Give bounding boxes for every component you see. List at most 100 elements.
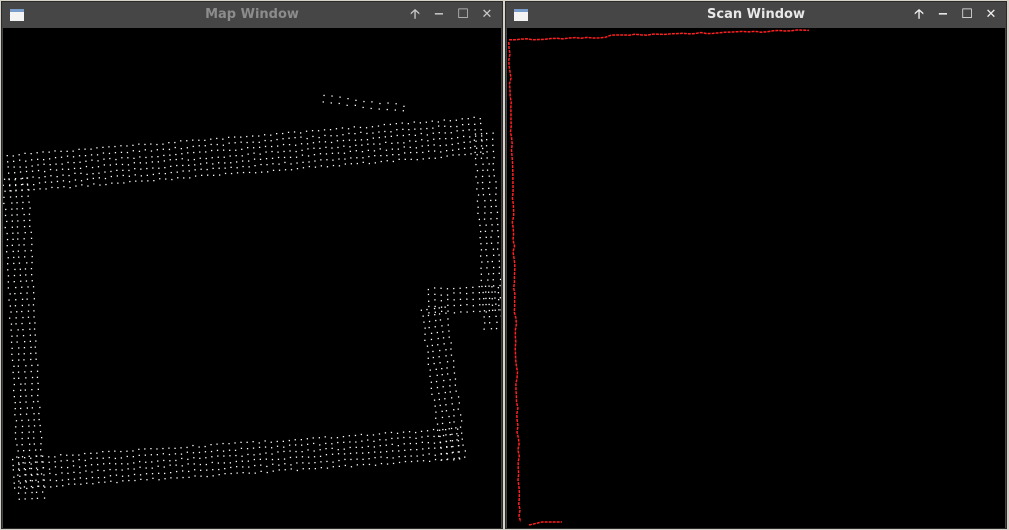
map-point bbox=[491, 260, 493, 263]
map-point bbox=[104, 481, 106, 483]
map-point bbox=[175, 153, 177, 156]
map-point bbox=[301, 154, 304, 156]
map-point bbox=[39, 188, 41, 190]
map-point bbox=[458, 154, 460, 156]
minimize-button[interactable]: − bbox=[934, 6, 952, 24]
map-point bbox=[302, 468, 304, 470]
map-point bbox=[282, 132, 284, 135]
map-point bbox=[404, 460, 407, 463]
map-point bbox=[146, 479, 148, 481]
map-point bbox=[485, 145, 488, 147]
map-point bbox=[466, 292, 468, 295]
map-point bbox=[484, 200, 486, 202]
map-point bbox=[265, 458, 267, 460]
map-point bbox=[441, 374, 443, 376]
map-point bbox=[319, 147, 321, 149]
map-point bbox=[472, 305, 474, 307]
map-point bbox=[223, 462, 225, 464]
map-point bbox=[434, 447, 436, 449]
map-point bbox=[24, 492, 27, 494]
map-point bbox=[92, 483, 94, 485]
map-point bbox=[11, 220, 13, 222]
map-point bbox=[75, 185, 77, 187]
map-point bbox=[474, 157, 477, 160]
map-window-titlebar[interactable]: Map Window 🡡 − ☐ ✕ bbox=[2, 2, 502, 28]
map-point bbox=[67, 161, 69, 164]
map-point bbox=[410, 151, 412, 154]
map-point bbox=[30, 467, 33, 470]
map-point bbox=[414, 128, 416, 130]
map-point bbox=[78, 148, 80, 150]
map-point bbox=[151, 156, 153, 158]
map-point bbox=[44, 486, 46, 488]
map-point bbox=[361, 440, 363, 442]
map-point bbox=[117, 182, 119, 184]
map-point bbox=[194, 475, 196, 477]
raise-button[interactable]: 🡡 bbox=[910, 6, 928, 24]
map-point bbox=[480, 273, 482, 275]
map-point bbox=[323, 129, 326, 131]
map-point bbox=[440, 151, 442, 153]
map-point bbox=[188, 470, 190, 473]
maximize-button[interactable]: ☐ bbox=[454, 6, 472, 24]
map-point bbox=[307, 155, 310, 157]
map-point bbox=[80, 172, 82, 174]
map-point bbox=[189, 177, 191, 179]
map-point bbox=[420, 430, 423, 432]
map-point bbox=[307, 443, 309, 445]
map-point bbox=[331, 147, 333, 149]
close-button[interactable]: ✕ bbox=[478, 6, 496, 24]
map-point bbox=[163, 466, 165, 468]
map-point bbox=[91, 159, 93, 161]
map-point bbox=[14, 402, 16, 404]
map-point bbox=[235, 155, 237, 157]
map-point bbox=[318, 437, 320, 439]
map-point bbox=[31, 280, 33, 282]
map-point bbox=[497, 230, 499, 232]
map-point bbox=[27, 286, 29, 288]
map-point bbox=[452, 149, 454, 151]
raise-button[interactable]: 🡡 bbox=[406, 6, 424, 24]
map-point bbox=[457, 440, 460, 442]
map-point bbox=[24, 371, 26, 373]
map-point bbox=[35, 491, 38, 493]
map-point bbox=[482, 291, 484, 294]
map-point bbox=[11, 202, 13, 204]
map-point bbox=[355, 99, 357, 101]
map-point bbox=[426, 308, 428, 311]
map-point bbox=[427, 363, 429, 365]
map-point bbox=[409, 442, 411, 445]
maximize-button[interactable]: ☐ bbox=[958, 6, 976, 24]
map-point bbox=[32, 286, 35, 288]
map-point bbox=[19, 413, 22, 416]
map-point bbox=[472, 286, 474, 288]
map-point bbox=[438, 356, 440, 358]
map-point bbox=[494, 297, 496, 299]
map-point bbox=[180, 148, 182, 150]
map-point bbox=[31, 376, 34, 379]
map-point bbox=[313, 450, 315, 452]
map-point bbox=[18, 377, 20, 379]
minimize-button[interactable]: − bbox=[430, 6, 448, 24]
map-point bbox=[416, 455, 418, 457]
close-button[interactable]: ✕ bbox=[982, 6, 1000, 24]
map-point bbox=[360, 131, 362, 133]
map-point bbox=[457, 136, 459, 139]
map-point bbox=[33, 328, 36, 330]
map-point bbox=[150, 448, 152, 450]
map-point bbox=[258, 442, 260, 444]
map-point bbox=[493, 266, 495, 269]
map-point bbox=[27, 316, 30, 318]
map-point bbox=[29, 479, 32, 482]
map-point bbox=[33, 188, 35, 191]
map-point bbox=[468, 123, 470, 125]
scan-window-titlebar[interactable]: Scan Window 🡡 − ☐ ✕ bbox=[506, 2, 1006, 28]
map-point bbox=[21, 310, 23, 313]
map-point bbox=[490, 205, 492, 208]
map-point bbox=[35, 467, 38, 469]
map-point bbox=[437, 121, 439, 123]
map-point bbox=[73, 471, 75, 473]
map-point bbox=[453, 457, 455, 460]
map-point bbox=[152, 173, 154, 176]
map-point bbox=[428, 150, 430, 152]
